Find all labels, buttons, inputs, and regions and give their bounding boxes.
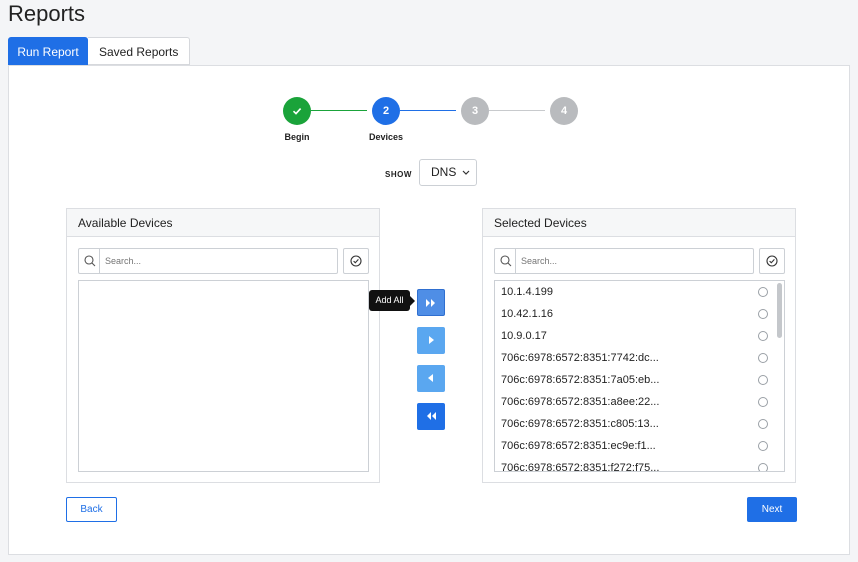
page-title: Reports: [8, 1, 86, 26]
double-chevron-left-icon: [427, 412, 436, 420]
available-devices-list[interactable]: [78, 280, 369, 472]
show-select[interactable]: DNS: [419, 159, 477, 186]
device-label: 706c:6978:6572:8351:f272:f75...: [501, 462, 660, 472]
list-scrollbar[interactable]: [777, 283, 782, 469]
available-search-input[interactable]: [101, 249, 336, 273]
available-devices-box: Available Devices: [66, 208, 380, 483]
tab-bar: Run Report Saved Reports: [8, 37, 191, 71]
step-1-label: Begin: [284, 132, 310, 142]
add-all-button[interactable]: [417, 289, 445, 316]
search-icon: [495, 249, 516, 273]
step-connector-3: [489, 110, 545, 111]
radio-button[interactable]: [758, 375, 768, 385]
list-item[interactable]: 706c:6978:6572:8351:7a05:eb...: [495, 369, 784, 391]
check-circle-icon: [766, 255, 778, 267]
selected-devices-list[interactable]: 10.1.4.199 10.42.1.16 10.9.0.17 706c:697…: [494, 280, 785, 472]
check-circle-icon: [350, 255, 362, 267]
remove-all-button[interactable]: [417, 403, 445, 430]
list-item[interactable]: 10.1.4.199: [495, 281, 784, 303]
list-item[interactable]: 10.9.0.17: [495, 325, 784, 347]
remove-selected-button[interactable]: [417, 365, 445, 392]
play-left-icon: [428, 374, 433, 382]
device-label: 706c:6978:6572:8351:a8ee:22...: [501, 396, 660, 408]
device-label: 706c:6978:6572:8351:c805:13...: [501, 418, 659, 430]
radio-button[interactable]: [758, 419, 768, 429]
step-2-label: Devices: [368, 132, 404, 142]
step-4: 4: [550, 97, 578, 125]
check-icon: [292, 108, 302, 115]
step-2-devices[interactable]: 2: [372, 97, 400, 125]
radio-button[interactable]: [758, 309, 768, 319]
double-chevron-right-icon: [426, 299, 435, 307]
device-label: 10.1.4.199: [501, 286, 553, 298]
show-select-value: DNS: [431, 165, 457, 179]
radio-button[interactable]: [758, 353, 768, 363]
device-label: 706c:6978:6572:8351:7742:dc...: [501, 352, 659, 364]
search-icon: [79, 249, 100, 273]
selected-devices-title: Selected Devices: [483, 209, 795, 237]
list-item[interactable]: 10.42.1.16: [495, 303, 784, 325]
play-right-icon: [429, 336, 434, 344]
list-item[interactable]: 706c:6978:6572:8351:c805:13...: [495, 413, 784, 435]
step-connector-2: [400, 110, 456, 111]
step-connector-1: [311, 110, 367, 111]
radio-button[interactable]: [758, 287, 768, 297]
add-selected-button[interactable]: [417, 327, 445, 354]
list-item[interactable]: 706c:6978:6572:8351:f272:f75...: [495, 457, 784, 472]
selected-search-input[interactable]: [517, 249, 752, 273]
chevron-down-icon: [462, 160, 470, 195]
run-report-panel: 2 3 4 Begin Devices SHOW DNS Available D…: [8, 65, 850, 555]
available-select-all-button[interactable]: [343, 248, 369, 274]
selected-select-all-button[interactable]: [759, 248, 785, 274]
tab-saved-reports[interactable]: Saved Reports: [88, 37, 191, 65]
add-all-tooltip: Add All: [369, 290, 415, 311]
list-item[interactable]: 706c:6978:6572:8351:ec9e:f1...: [495, 435, 784, 457]
device-label: 706c:6978:6572:8351:7a05:eb...: [501, 374, 660, 386]
selected-devices-box: Selected Devices 10.1.4.199 10.42.1.16 1…: [482, 208, 796, 483]
radio-button[interactable]: [758, 331, 768, 341]
list-item[interactable]: 706c:6978:6572:8351:a8ee:22...: [495, 391, 784, 413]
device-label: 10.9.0.17: [501, 330, 547, 342]
selected-search-box: [494, 248, 754, 274]
radio-button[interactable]: [758, 463, 768, 471]
tab-run-report[interactable]: Run Report: [8, 37, 88, 71]
step-1-begin[interactable]: [283, 97, 311, 125]
device-label: 706c:6978:6572:8351:ec9e:f1...: [501, 440, 656, 452]
scrollbar-thumb[interactable]: [777, 283, 782, 338]
radio-button[interactable]: [758, 397, 768, 407]
next-button[interactable]: Next: [747, 497, 797, 522]
available-devices-title: Available Devices: [67, 209, 379, 237]
device-label: 10.42.1.16: [501, 308, 553, 320]
list-item[interactable]: 706c:6978:6572:8351:7742:dc...: [495, 347, 784, 369]
available-search-box: [78, 248, 338, 274]
radio-button[interactable]: [758, 441, 768, 451]
step-3: 3: [461, 97, 489, 125]
show-label: SHOW: [385, 170, 412, 179]
back-button[interactable]: Back: [66, 497, 117, 522]
